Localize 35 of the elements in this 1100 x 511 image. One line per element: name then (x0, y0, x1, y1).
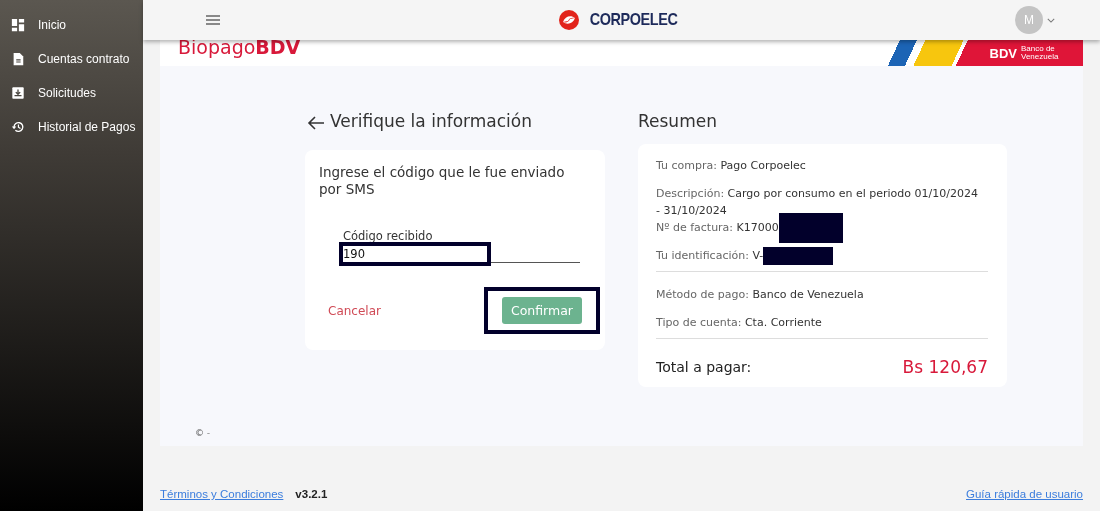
summary-line: Tu identificación: V- (656, 248, 764, 264)
brand-logo-text: CORPOELEC (590, 10, 678, 30)
section-title: Verifique la información (330, 111, 532, 131)
summary-line: Nº de factura: K17000 (656, 220, 779, 236)
instruction-text: Ingrese el código que le fue enviado por SMS (319, 164, 566, 198)
summary-line: Descripción: Cargo por consumo en el periodo 01/10/2024 - 31/10/2024 (656, 186, 979, 219)
summary-title: Resumen (638, 110, 718, 133)
total-amount: Bs 120,67 (902, 357, 988, 377)
code-input-field[interactable]: 190 (343, 244, 580, 263)
summary-line: Método de pago: Banco de Venezuela (656, 287, 864, 303)
version-text: v3.2.1 (295, 488, 328, 500)
field-value: 190 (343, 247, 365, 261)
dashboard-icon (11, 18, 25, 32)
copyright-text: © - (195, 428, 211, 438)
terms-link[interactable]: Términos y Condiciones (160, 488, 284, 500)
bank-name-text: Banco de Venezuela (1021, 45, 1060, 61)
sidebar-item[interactable]: Solicitudes (0, 76, 143, 110)
document-icon (11, 52, 25, 66)
summary-line: Tipo de cuenta: Cta. Corriente (656, 315, 822, 331)
user-guide-link[interactable]: Guía rápida de usuario (966, 488, 1083, 500)
summary-line: Tu compra: Pago Corpoelec (656, 158, 806, 174)
total-label: Total a pagar: (656, 359, 752, 375)
back-arrow-icon[interactable] (307, 116, 325, 130)
inbox-download-icon (11, 86, 25, 100)
swirl-logo-icon (559, 10, 580, 30)
biopago-logo-text: BiopagoBDV (177, 40, 301, 57)
field-label: Código recibido (343, 230, 434, 242)
sidebar-item[interactable]: Historial de Pagos (0, 110, 143, 144)
cancel-link[interactable]: Cancelar (328, 303, 381, 318)
chevron-down-icon[interactable] (1047, 17, 1055, 23)
menu-icon[interactable] (206, 15, 220, 25)
history-icon (11, 120, 25, 134)
sidebar-item[interactable]: Cuentas contrato (0, 42, 143, 76)
bank-logo-text: BDV (989, 45, 1017, 61)
sidebar-item[interactable]: Inicio (0, 8, 143, 42)
